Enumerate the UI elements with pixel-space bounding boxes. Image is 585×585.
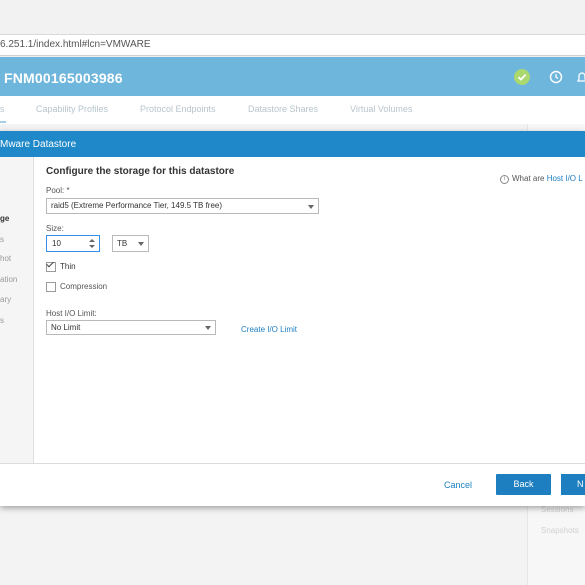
address-url[interactable]: 6.251.1/index.html#lcn=VMWARE (0, 39, 151, 50)
wizard-steps (0, 157, 34, 463)
back-button[interactable]: Back (496, 474, 551, 495)
thin-label: Thin (60, 262, 76, 271)
create-io-limit-link[interactable]: Create I/O Limit (241, 325, 297, 334)
step-storage[interactable]: ge (0, 214, 9, 223)
chevron-down-icon (205, 326, 211, 330)
tab-datastore-shares[interactable]: Datastore Shares (248, 104, 318, 114)
step-replication[interactable]: ation (0, 275, 17, 284)
tab-protocol-endpoints[interactable]: Protocol Endpoints (140, 104, 216, 114)
tab-capability-profiles[interactable]: Capability Profiles (36, 104, 108, 114)
pool-select[interactable]: raid5 (Extreme Performance Tier, 149.5 T… (46, 198, 319, 214)
active-tab-indicator (0, 121, 6, 123)
browser-toolbar (0, 0, 585, 35)
host-io-select[interactable]: No Limit (46, 320, 216, 335)
compression-label: Compression (60, 282, 108, 291)
step-snapshot[interactable]: hot (0, 254, 11, 263)
chevron-down-icon (308, 205, 314, 209)
faded-item: Snapshots (541, 526, 579, 535)
chevron-down-icon (138, 242, 144, 246)
system-title: FNM00165003986 (4, 70, 123, 86)
alert-icon[interactable] (576, 69, 585, 85)
tab-datastores[interactable]: s (0, 104, 5, 114)
host-io-help: What are Host I/O L (512, 174, 583, 183)
create-datastore-dialog (0, 131, 585, 506)
dialog-title: Mware Datastore (0, 139, 77, 150)
cancel-button[interactable]: Cancel (444, 480, 472, 490)
pool-label: Pool: * (46, 186, 70, 195)
compression-checkbox[interactable] (46, 282, 56, 292)
step-results[interactable]: s (0, 316, 4, 325)
decrement-icon[interactable] (89, 245, 95, 248)
status-ok-icon[interactable] (514, 69, 530, 85)
next-button[interactable]: N (561, 474, 585, 495)
size-value: 10 (52, 239, 61, 248)
host-io-value: No Limit (51, 323, 81, 332)
size-unit: TB (117, 239, 128, 248)
dialog-header (0, 131, 585, 157)
help-prefix: What are (512, 174, 547, 183)
step-item[interactable]: s (0, 235, 4, 244)
host-io-help-link[interactable]: Host I/O L (547, 174, 583, 183)
host-io-label: Host I/O Limit: (46, 309, 97, 318)
dialog-footer-divider (0, 463, 585, 464)
size-label: Size: (46, 224, 64, 233)
section-title: Configure the storage for this datastore (46, 166, 235, 177)
size-input[interactable]: 10 (46, 235, 100, 252)
info-icon: i (500, 175, 509, 184)
step-summary[interactable]: ary (0, 295, 11, 304)
faded-item: Sessions (541, 505, 574, 514)
increment-icon[interactable] (89, 239, 95, 242)
history-icon[interactable] (548, 69, 564, 85)
tab-virtual-volumes[interactable]: Virtual Volumes (350, 104, 412, 114)
pool-value: raid5 (Extreme Performance Tier, 149.5 T… (51, 201, 223, 210)
